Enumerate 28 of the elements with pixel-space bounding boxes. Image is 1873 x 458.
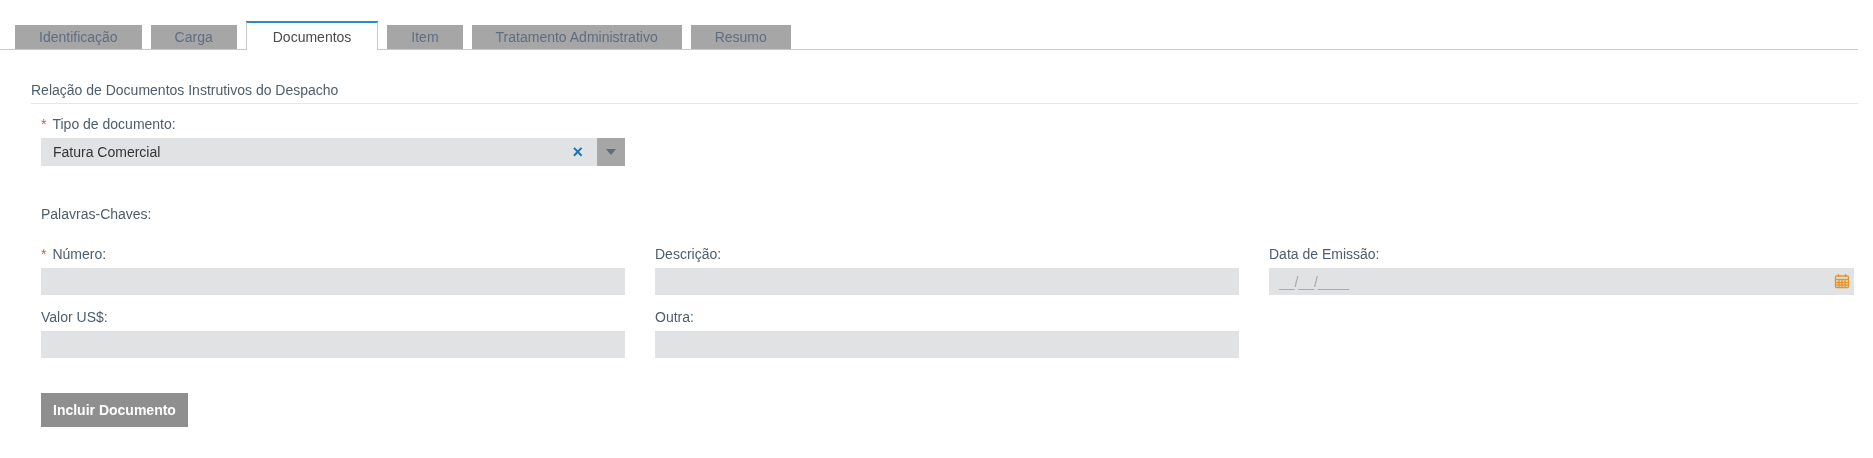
input-field[interactable] xyxy=(655,268,1239,295)
caret-icon xyxy=(606,149,616,155)
tab[interactable]: Carga xyxy=(150,25,237,49)
field-label: Tipo de documento: xyxy=(52,116,176,132)
input-field[interactable] xyxy=(41,331,625,358)
field-label: Descrição: xyxy=(655,246,722,262)
keywords-label: Palavras-Chaves: xyxy=(41,206,153,222)
tab[interactable]: Identificação xyxy=(15,25,142,49)
required-mark: * xyxy=(41,116,47,132)
field-label: Número: xyxy=(52,246,107,262)
tab[interactable]: Item xyxy=(387,25,463,49)
date-field[interactable]: __/__/____ xyxy=(1269,268,1854,295)
input-field[interactable] xyxy=(41,268,625,295)
select-value: Fatura Comercial xyxy=(52,144,162,160)
dropdown-button[interactable] xyxy=(597,138,625,166)
calendar-icon[interactable] xyxy=(1834,273,1850,289)
field-label: Valor US$: xyxy=(41,309,108,325)
input-field[interactable] xyxy=(655,331,1239,358)
include-document-button[interactable]: Incluir Documento xyxy=(41,393,188,427)
tab[interactable]: Tratamento Administrativo xyxy=(471,25,682,49)
document-type-select[interactable]: Fatura Comercial × xyxy=(41,138,625,166)
clear-icon[interactable]: × xyxy=(572,141,583,163)
section-title: Relação de Documentos Instrutivos do Despacho xyxy=(31,82,1858,104)
required-mark: * xyxy=(41,246,47,262)
field-label: Outra: xyxy=(655,309,694,325)
field-label: Data de Emissão: xyxy=(1269,246,1380,262)
tab[interactable]: Resumo xyxy=(690,25,791,49)
tab[interactable]: Documentos xyxy=(245,21,379,50)
